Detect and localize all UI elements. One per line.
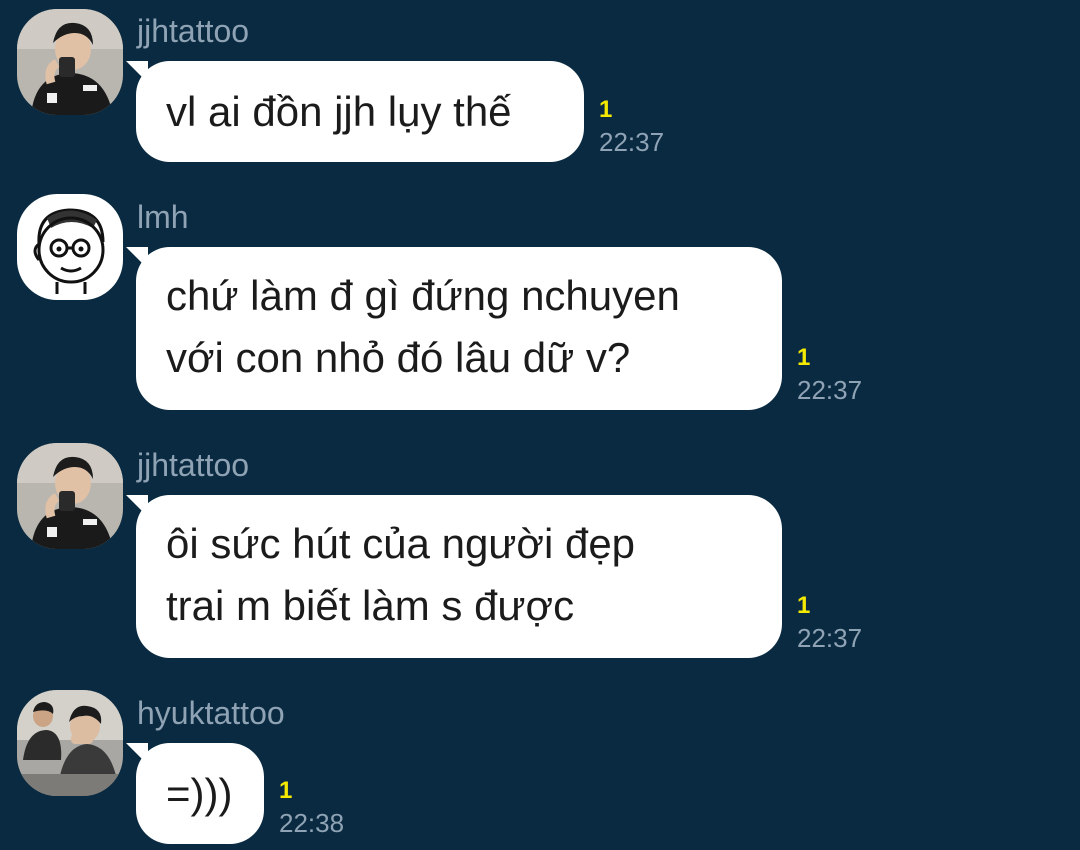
message-time: 22:37 (797, 623, 863, 653)
cartoon-avatar-lmh-icon (17, 194, 123, 300)
sender-name: hyuktattoo (137, 695, 285, 731)
message-bubble[interactable]: ôi sức hút của người đẹp trai m biết làm… (126, 495, 782, 658)
photo-avatar-jjhtattoo-icon (17, 9, 123, 115)
avatar[interactable] (17, 690, 123, 796)
message-time: 22:37 (797, 375, 863, 405)
message-text: ôi sức hút của người đẹp (166, 520, 636, 567)
message-time: 22:38 (279, 808, 345, 838)
avatar[interactable] (17, 9, 123, 115)
photo-avatar-jjhtattoo-icon (17, 443, 123, 549)
message-meta: 1 22:38 (279, 776, 344, 838)
message-meta: 1 22:37 (797, 591, 862, 653)
message-bubble[interactable]: chứ làm đ gì đứng nchuyen với con nhỏ đó… (126, 247, 782, 410)
message-meta: 1 22:37 (599, 95, 664, 157)
avatar[interactable] (17, 194, 123, 300)
message-text: trai m biết làm s được (166, 582, 575, 629)
sender-name: jjhtattoo (137, 13, 250, 49)
sender-name: jjhtattoo (137, 447, 250, 483)
message-bubble[interactable]: vl ai đồn jjh lụy thế (126, 61, 584, 162)
unread-count-badge: 1 (279, 777, 293, 804)
message-text: với con nhỏ đó lâu dữ v? (166, 334, 631, 381)
message-text: vl ai đồn jjh lụy thế (166, 88, 512, 135)
unread-count-badge: 1 (599, 96, 613, 123)
message-bubble[interactable]: =))) (126, 743, 264, 844)
message-meta: 1 22:37 (797, 343, 862, 405)
message-text: =))) (166, 770, 233, 817)
avatar[interactable] (17, 443, 123, 549)
unread-count-badge: 1 (797, 592, 811, 619)
message-time: 22:37 (599, 127, 665, 157)
sender-name: lmh (137, 199, 189, 235)
photo-avatar-hyuktattoo-icon (17, 690, 123, 796)
chat-message-list[interactable]: jjhtattoo vl ai đồn jjh lụy thế 1 22:37 (0, 0, 1080, 850)
unread-count-badge: 1 (797, 344, 811, 371)
message-text: chứ làm đ gì đứng nchuyen (166, 272, 680, 319)
